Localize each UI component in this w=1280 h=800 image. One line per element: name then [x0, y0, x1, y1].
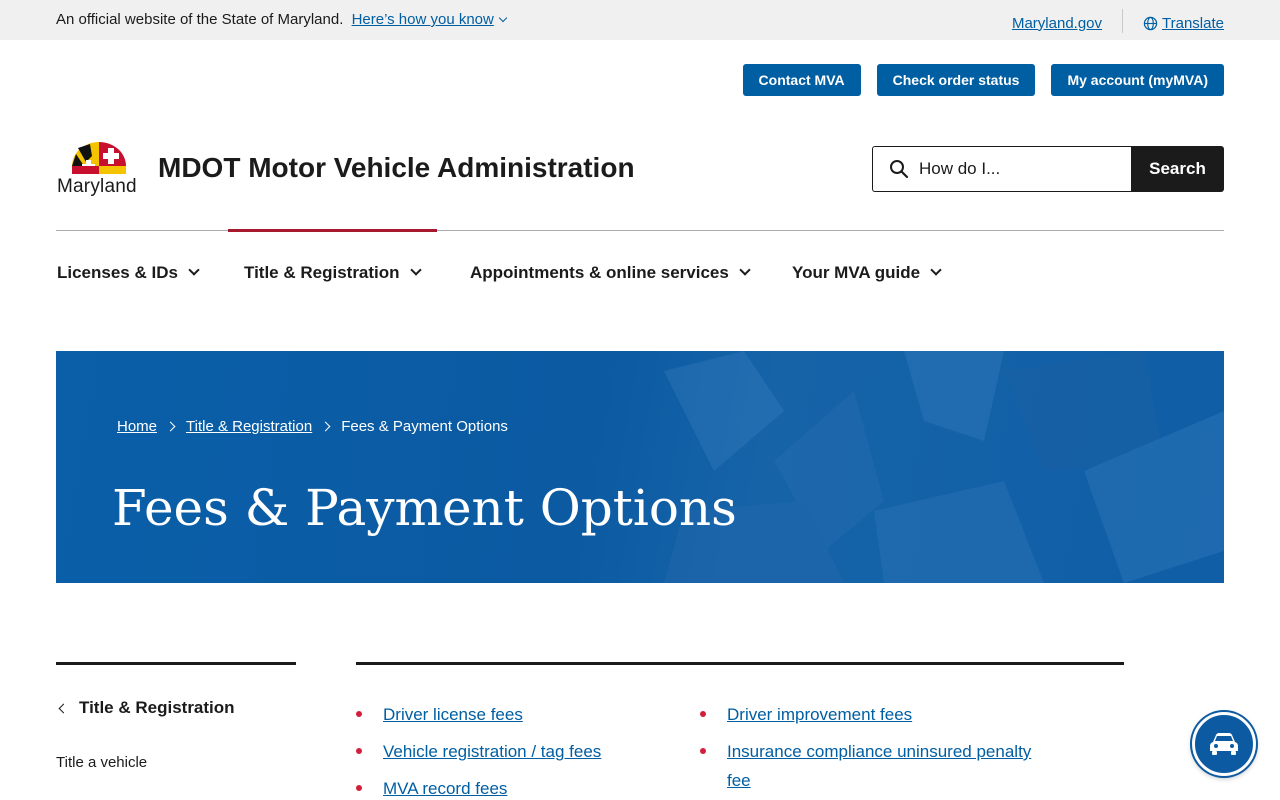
- search-button[interactable]: Search: [1131, 146, 1224, 192]
- content-divider: [356, 662, 1124, 665]
- fee-links-column-2: Driver improvement fees Insurance compli…: [700, 700, 1040, 800]
- chevron-right-icon: [165, 421, 176, 432]
- nav-active-indicator: [228, 229, 437, 232]
- breadcrumb: Home Title & Registration Fees & Payment…: [117, 418, 508, 435]
- breadcrumb-current: Fees & Payment Options: [341, 418, 508, 435]
- sidebar-parent-label: Title & Registration: [79, 698, 235, 717]
- breadcrumb-home[interactable]: Home: [117, 418, 157, 435]
- list-item: Vehicle registration / tag fees: [356, 737, 676, 766]
- sidebar-item-title-vehicle[interactable]: Title a vehicle: [56, 754, 147, 771]
- list-item: Insurance compliance uninsured penalty f…: [700, 737, 1040, 795]
- chevron-down-icon: [188, 264, 200, 276]
- nav-item-licenses-ids[interactable]: Licenses & IDs: [57, 263, 244, 283]
- driver-improvement-fees-link[interactable]: Driver improvement fees: [727, 705, 912, 724]
- breadcrumb-title-registration[interactable]: Title & Registration: [186, 418, 312, 435]
- my-account-button[interactable]: My account (myMVA): [1051, 64, 1224, 96]
- chevron-left-icon: [58, 703, 69, 713]
- translate-link[interactable]: Translate: [1162, 15, 1224, 32]
- list-item: Driver license fees: [356, 700, 676, 729]
- page-title: Fees & Payment Options: [112, 479, 737, 537]
- search-field[interactable]: [872, 146, 1131, 192]
- official-text: An official website of the State of Mary…: [56, 11, 344, 28]
- logo-wordmark: Maryland: [57, 176, 137, 197]
- nav-item-label: Licenses & IDs: [57, 263, 178, 282]
- chevron-down-icon: [409, 264, 422, 276]
- globe-icon[interactable]: [1143, 16, 1158, 31]
- nav-item-title-registration[interactable]: Title & Registration: [244, 263, 470, 283]
- check-order-status-button[interactable]: Check order status: [876, 64, 1036, 96]
- sidebar-divider: [56, 662, 296, 665]
- chevron-down-icon: [739, 264, 751, 276]
- chevron-down-icon[interactable]: [498, 13, 508, 23]
- official-notice: An official website of the State of Mary…: [56, 11, 508, 28]
- how-you-know-link[interactable]: Here’s how you know: [352, 11, 494, 28]
- page-hero: Home Title & Registration Fees & Payment…: [56, 351, 1224, 583]
- mva-record-fees-link[interactable]: MVA record fees: [383, 779, 507, 798]
- sidebar-parent-link[interactable]: Title & Registration: [58, 698, 235, 718]
- official-banner: An official website of the State of Mary…: [0, 0, 1280, 40]
- nav-item-label: Your MVA guide: [792, 263, 921, 282]
- nav-item-mva-guide[interactable]: Your MVA guide: [792, 263, 942, 283]
- insurance-penalty-fee-link[interactable]: Insurance compliance uninsured penalty f…: [727, 742, 1031, 790]
- primary-nav: Licenses & IDs Title & Registration Appo…: [57, 263, 942, 283]
- chevron-down-icon: [930, 264, 942, 276]
- nav-item-label: Title & Registration: [244, 263, 400, 282]
- site-title[interactable]: MDOT Motor Vehicle Administration: [158, 152, 635, 184]
- nav-item-label: Appointments & online services: [470, 263, 729, 282]
- utility-nav: Contact MVA Check order status My accoun…: [742, 64, 1224, 96]
- nav-item-appointments[interactable]: Appointments & online services: [470, 263, 792, 283]
- fee-links-column-1: Driver license fees Vehicle registration…: [356, 700, 676, 800]
- chevron-right-icon: [320, 421, 331, 432]
- list-item: Driver improvement fees: [700, 700, 1040, 729]
- list-item: MVA record fees: [356, 774, 676, 800]
- virtual-assistant-button[interactable]: [1192, 712, 1256, 776]
- vehicle-registration-fees-link[interactable]: Vehicle registration / tag fees: [383, 742, 601, 761]
- flag-background-graphic: [664, 351, 1224, 583]
- site-search: Search: [872, 146, 1224, 192]
- search-icon: [890, 160, 909, 179]
- maryland-gov-link[interactable]: Maryland.gov: [1012, 15, 1102, 32]
- contact-mva-button[interactable]: Contact MVA: [742, 64, 861, 96]
- car-chat-icon: [1210, 733, 1238, 755]
- search-input[interactable]: [919, 159, 1119, 179]
- divider: [1122, 9, 1124, 33]
- driver-license-fees-link[interactable]: Driver license fees: [383, 705, 523, 724]
